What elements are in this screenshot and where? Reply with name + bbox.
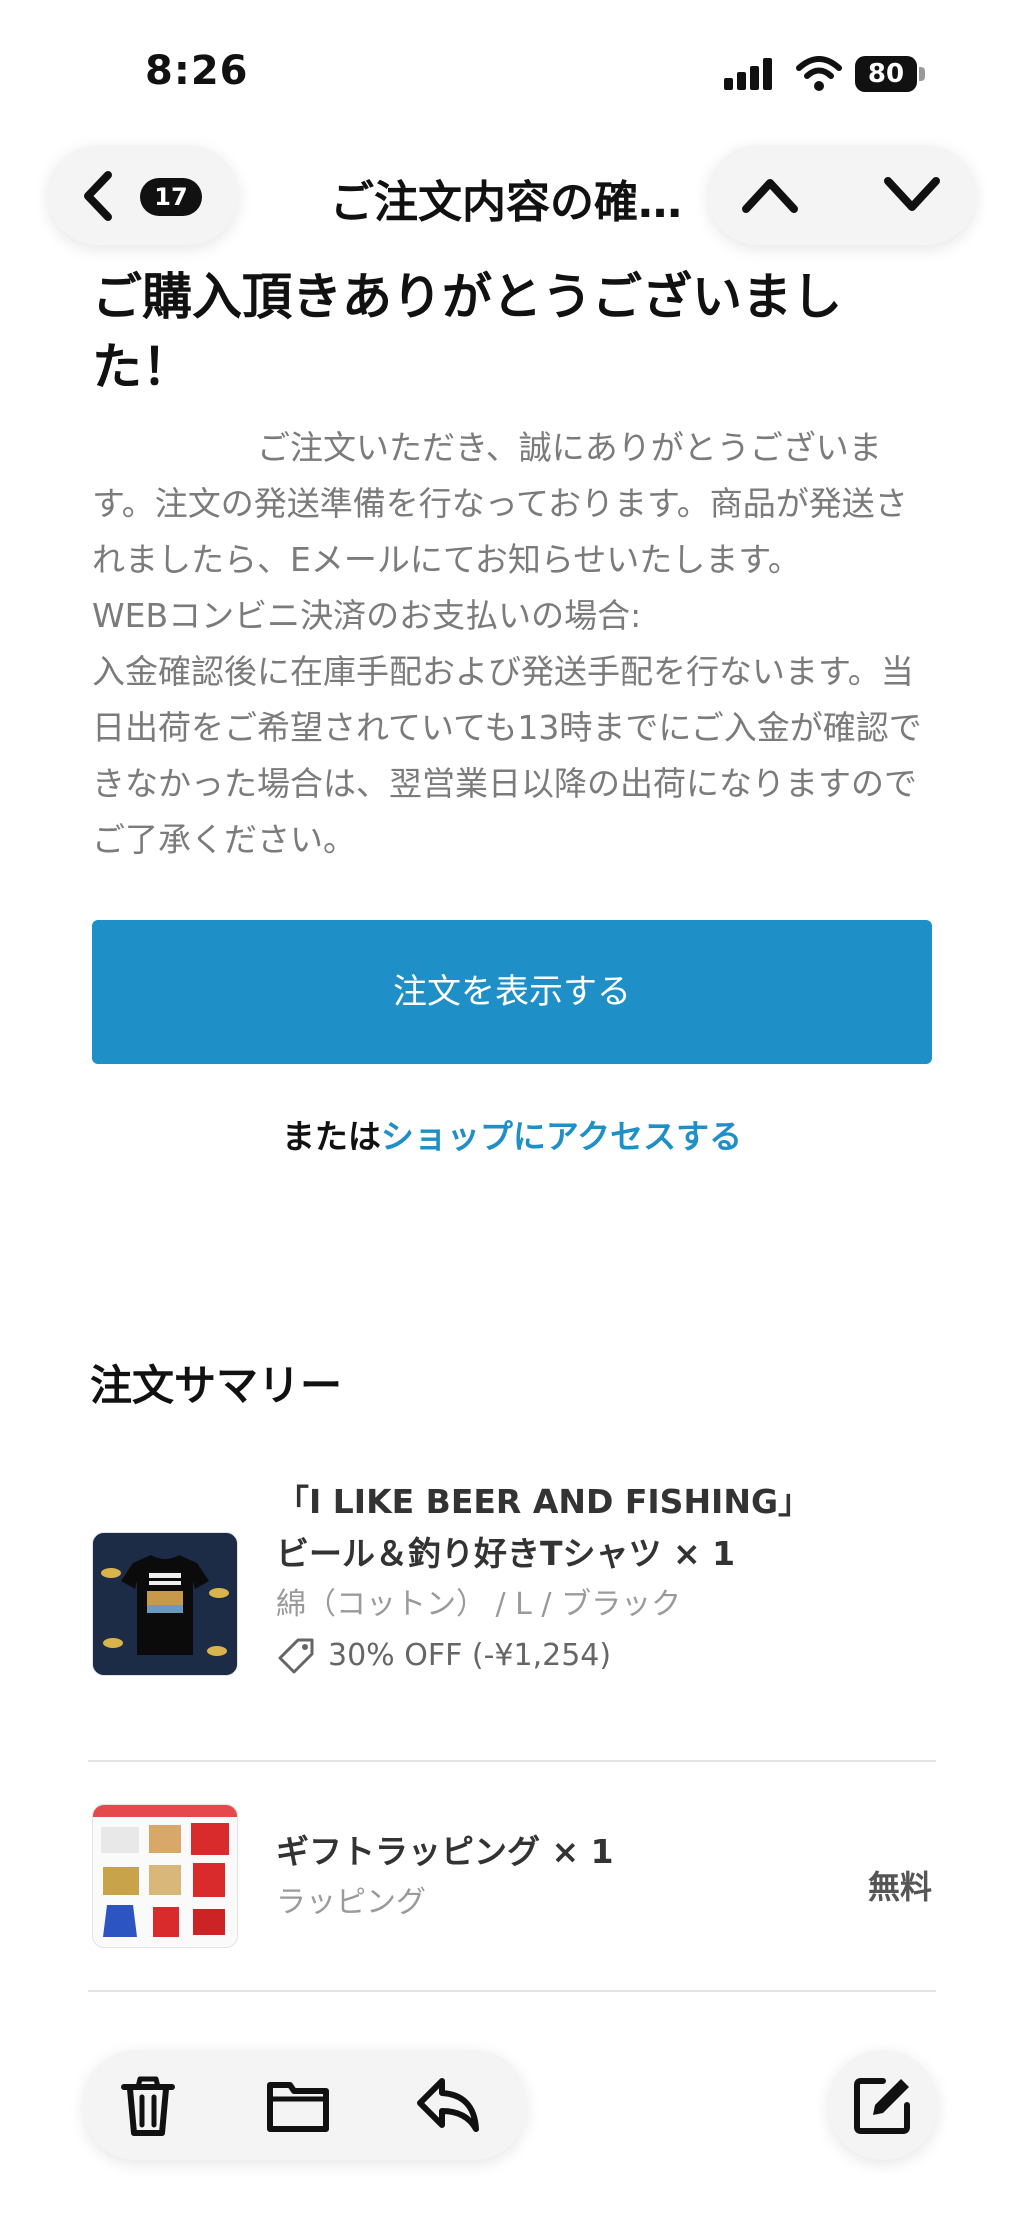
back-button[interactable]: 17 — [48, 145, 238, 245]
order-item: ギフトラッピング × 1 ラッピング — [276, 1826, 796, 1928]
chevron-down-icon[interactable] — [880, 173, 944, 217]
email-body-text: ご注文いただき、誠にありがとうございます。注文の発送準備を行なっております。商品… — [92, 428, 922, 859]
message-navigation — [708, 145, 976, 245]
tag-icon — [278, 1638, 314, 1674]
or-text: または — [281, 1117, 381, 1156]
item-price: 無料 — [867, 1868, 932, 1906]
email-subject-title: ご注文内容の確… — [330, 177, 682, 228]
item-discount: 30% OFF (-¥1,254) — [276, 1630, 796, 1682]
compose-icon — [854, 2078, 910, 2134]
cellular-signal-icon — [724, 58, 776, 90]
order-item: 「I LIKE BEER AND FISHING」ビール＆釣り好きTシャツ × … — [276, 1476, 796, 1682]
item-divider — [88, 1990, 936, 1992]
status-bar: 8:26 80 — [0, 0, 1024, 140]
compose-button[interactable] — [828, 2050, 938, 2160]
wifi-icon — [796, 56, 842, 91]
mail-toolbar — [84, 2050, 526, 2160]
gift-wrapping-image — [92, 1804, 238, 1948]
folder-icon[interactable] — [264, 2071, 332, 2139]
battery-level: 80 — [855, 56, 917, 92]
item-variant: ラッピング — [276, 1885, 426, 1920]
item-divider — [88, 1760, 936, 1762]
discount-text: 30% OFF (-¥1,254) — [328, 1638, 612, 1673]
email-heading: ご購入頂きありがとうございました！ — [92, 268, 842, 396]
shop-access-link[interactable]: ショップにアクセスする — [381, 1117, 742, 1156]
item-name: 「I LIKE BEER AND FISHING」ビール＆釣り好きTシャツ × … — [276, 1482, 795, 1573]
reply-icon[interactable] — [414, 2071, 482, 2139]
tshirt-product-image — [92, 1532, 238, 1676]
view-order-button[interactable]: 注文を表示する — [92, 920, 932, 1064]
battery-icon: 80 — [855, 56, 927, 92]
item-name: ギフトラッピング × 1 — [276, 1832, 614, 1871]
shop-access-line: またはショップにアクセスする — [0, 1110, 1024, 1158]
order-summary-title: 注文サマリー — [90, 1361, 343, 1410]
chevron-up-icon[interactable] — [738, 173, 802, 217]
item-variant: 綿（コットン） / L / ブラック — [276, 1587, 682, 1622]
trash-icon[interactable] — [114, 2071, 182, 2139]
unread-count-badge: 17 — [140, 178, 202, 216]
chevron-left-icon — [84, 171, 112, 221]
status-time: 8:26 — [145, 48, 249, 94]
